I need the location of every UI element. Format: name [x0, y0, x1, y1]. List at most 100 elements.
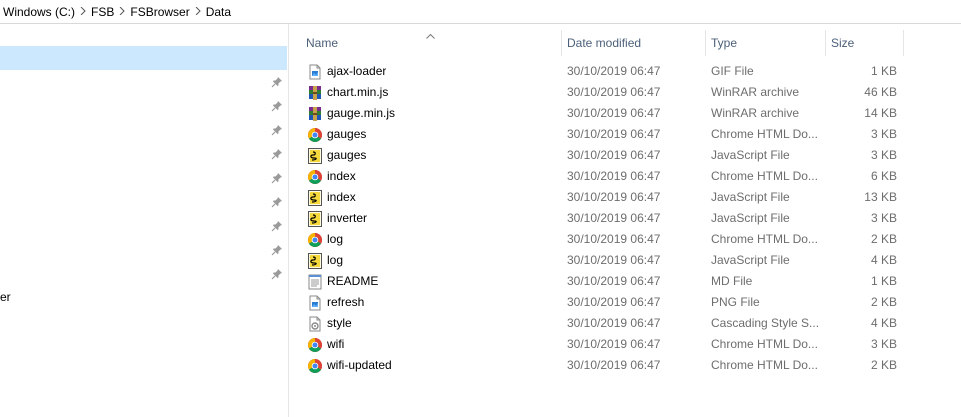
pin-icon[interactable]	[271, 244, 283, 256]
pin-icon[interactable]	[271, 124, 283, 136]
file-type: Chrome HTML Do...	[711, 358, 818, 372]
table-row[interactable]: log 30/10/2019 06:47 JavaScript File 4 KB	[289, 250, 961, 271]
column-header-name[interactable]: Name	[301, 30, 562, 56]
file-date-modified: 30/10/2019 06:47	[567, 127, 661, 141]
pin-icon[interactable]	[271, 220, 283, 232]
table-row[interactable]: index 30/10/2019 06:47 JavaScript File 13 K…	[289, 187, 961, 208]
file-type: Cascading Style S...	[711, 316, 820, 330]
file-size: 2 KB	[870, 295, 897, 309]
chevron-right-icon[interactable]	[114, 6, 130, 17]
text-file-icon	[307, 274, 323, 290]
winrar-archive-icon	[307, 85, 323, 101]
pin-icon[interactable]	[271, 148, 283, 160]
column-header-type[interactable]: Type	[706, 30, 826, 56]
file-size: 14 KB	[864, 106, 897, 120]
file-date-modified: 30/10/2019 06:47	[567, 169, 661, 183]
breadcrumb: Windows (C:) FSB FSBrowser Data	[0, 3, 231, 21]
table-row[interactable]: style 30/10/2019 06:47 Cascading Style S..…	[289, 313, 961, 334]
file-name: inverter	[327, 211, 368, 225]
column-header-size[interactable]: Size	[826, 30, 904, 56]
table-row[interactable]: chart.min.js 30/10/2019 06:47 WinRAR archi…	[289, 82, 961, 103]
table-row[interactable]: ajax-loader 30/10/2019 06:47 GIF File 1 KB	[289, 61, 961, 82]
file-size: 3 KB	[870, 148, 897, 162]
file-type: PNG File	[711, 295, 760, 309]
file-date-modified: 30/10/2019 06:47	[567, 295, 661, 309]
file-type: JavaScript File	[711, 253, 790, 267]
file-date-modified: 30/10/2019 06:47	[567, 106, 661, 120]
image-file-icon	[307, 295, 323, 311]
pin-icon[interactable]	[271, 76, 283, 88]
file-size: 2 KB	[870, 358, 897, 372]
nav-item-selected[interactable]	[0, 46, 287, 70]
chrome-icon	[307, 337, 323, 353]
file-type: Chrome HTML Do...	[711, 169, 818, 183]
file-size: 3 KB	[870, 337, 897, 351]
pin-icon[interactable]	[271, 100, 283, 112]
file-type: Chrome HTML Do...	[711, 337, 818, 351]
file-name: gauges	[327, 148, 367, 162]
navigation-pane: er	[0, 24, 289, 417]
file-name: chart.min.js	[327, 85, 389, 99]
file-date-modified: 30/10/2019 06:47	[567, 253, 661, 267]
pin-icon[interactable]	[271, 172, 283, 184]
file-size: 13 KB	[864, 190, 897, 204]
file-type: WinRAR archive	[711, 85, 800, 99]
nav-item-label[interactable]: er	[0, 290, 11, 304]
column-header-date-modified[interactable]: Date modified	[562, 30, 706, 56]
breadcrumb-item-fsbrowser[interactable]: FSBrowser	[130, 3, 189, 21]
file-rows: ajax-loader 30/10/2019 06:47 GIF File 1 KB c…	[289, 61, 961, 376]
chrome-icon	[307, 358, 323, 374]
file-size: 2 KB	[870, 232, 897, 246]
file-size: 3 KB	[870, 211, 897, 225]
breadcrumb-item-fsb[interactable]: FSB	[91, 3, 114, 21]
table-row[interactable]: gauges 30/10/2019 06:47 Chrome HTML Do... 3…	[289, 124, 961, 145]
javascript-file-icon	[307, 211, 323, 227]
file-size: 46 KB	[864, 85, 897, 99]
pin-icon[interactable]	[271, 196, 283, 208]
table-row[interactable]: refresh 30/10/2019 06:47 PNG File 2 KB	[289, 292, 961, 313]
file-size: 4 KB	[870, 316, 897, 330]
file-list: Name Date modified Type Size ajax-loader…	[289, 24, 961, 417]
file-name: gauges	[327, 127, 367, 141]
table-row[interactable]: wifi-updated 30/10/2019 06:47 Chrome HTML …	[289, 355, 961, 376]
javascript-file-icon	[307, 148, 323, 164]
image-file-icon	[307, 64, 323, 80]
chrome-icon	[307, 127, 323, 143]
file-name: log	[327, 232, 344, 246]
file-type: Chrome HTML Do...	[711, 127, 818, 141]
file-size: 6 KB	[870, 169, 897, 183]
table-row[interactable]: wifi 30/10/2019 06:47 Chrome HTML Do... 3 K…	[289, 334, 961, 355]
file-type: WinRAR archive	[711, 106, 800, 120]
file-date-modified: 30/10/2019 06:47	[567, 148, 661, 162]
column-header: Name Date modified Type Size	[289, 30, 961, 56]
breadcrumb-item-data[interactable]: Data	[206, 3, 231, 21]
table-row[interactable]: inverter 30/10/2019 06:47 JavaScript File 3…	[289, 208, 961, 229]
breadcrumb-item-drive[interactable]: Windows (C:)	[3, 3, 75, 21]
table-row[interactable]: log 30/10/2019 06:47 Chrome HTML Do... 2 KB	[289, 229, 961, 250]
table-row[interactable]: gauges 30/10/2019 06:47 JavaScript File 3 K…	[289, 145, 961, 166]
file-type: GIF File	[711, 64, 754, 78]
table-row[interactable]: index 30/10/2019 06:47 Chrome HTML Do... 6 …	[289, 166, 961, 187]
file-type: MD File	[711, 274, 753, 288]
file-name: style	[327, 316, 352, 330]
file-name: refresh	[327, 295, 365, 309]
file-size: 1 KB	[870, 64, 897, 78]
file-name: wifi-updated	[327, 358, 392, 372]
file-name: README	[327, 274, 379, 288]
file-date-modified: 30/10/2019 06:47	[567, 85, 661, 99]
file-name: index	[327, 190, 356, 204]
chevron-right-icon[interactable]	[75, 6, 91, 17]
file-type: JavaScript File	[711, 148, 790, 162]
address-bar[interactable]: Windows (C:) FSB FSBrowser Data	[0, 0, 961, 24]
pin-icon[interactable]	[271, 268, 283, 280]
winrar-archive-icon	[307, 106, 323, 122]
file-name: wifi	[327, 337, 345, 351]
file-name: ajax-loader	[327, 64, 387, 78]
file-size: 3 KB	[870, 127, 897, 141]
chevron-right-icon[interactable]	[190, 6, 206, 17]
file-name: gauge.min.js	[327, 106, 396, 120]
file-date-modified: 30/10/2019 06:47	[567, 316, 661, 330]
table-row[interactable]: gauge.min.js 30/10/2019 06:47 WinRAR archi…	[289, 103, 961, 124]
file-size: 4 KB	[870, 253, 897, 267]
table-row[interactable]: README 30/10/2019 06:47 MD File 1 KB	[289, 271, 961, 292]
